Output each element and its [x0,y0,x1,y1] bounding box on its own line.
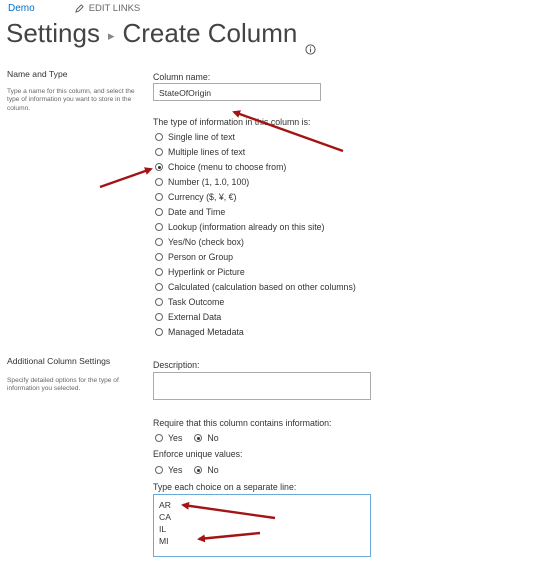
page-title: Settings ▸ Create Column [6,18,316,55]
info-icon[interactable] [305,31,316,55]
type-label: The type of information in this column i… [153,117,311,127]
unique-no-label: No [207,465,219,475]
column-type-label: Calculated (calculation based on other c… [168,282,356,292]
column-type-label: Multiple lines of text [168,147,246,157]
column-type-option[interactable]: External Data [155,312,221,322]
column-type-label: Lookup (information already on this site… [168,222,325,232]
column-type-label: Hyperlink or Picture [168,267,245,277]
title-settings-link[interactable]: Settings [6,18,100,49]
column-type-radio[interactable] [155,298,163,306]
column-type-option[interactable]: Calculated (calculation based on other c… [155,282,356,292]
name-type-description: Type a name for this column, and select … [7,88,135,112]
require-no-option[interactable]: No [194,433,219,443]
column-type-radio[interactable] [155,328,163,336]
column-type-label: Managed Metadata [168,327,244,337]
column-type-radio[interactable] [155,163,163,171]
require-label: Require that this column contains inform… [153,418,332,428]
arrow-to-choice-type [99,167,153,189]
column-type-label: Yes/No (check box) [168,237,244,247]
title-create-column: Create Column [122,18,298,48]
radio-require-yes[interactable] [155,434,163,442]
unique-radio-group: Yes No [155,465,231,475]
column-type-option[interactable]: Number (1, 1.0, 100) [155,177,249,187]
column-type-option[interactable]: Choice (menu to choose from) [155,162,286,172]
column-type-radio[interactable] [155,133,163,141]
column-type-option[interactable]: Lookup (information already on this site… [155,222,324,232]
column-type-option[interactable]: Person or Group [155,252,233,262]
column-type-radio[interactable] [155,223,163,231]
column-type-radio[interactable] [155,253,163,261]
column-type-label: Task Outcome [168,297,225,307]
choice-line: MI [159,536,169,546]
radio-require-no[interactable] [194,434,203,442]
additional-settings-description: Specify detailed options for the type of… [7,377,119,393]
column-type-option[interactable]: Multiple lines of text [155,147,245,157]
site-link-demo[interactable]: Demo [8,3,35,14]
require-radio-group: Yes No [155,433,231,443]
unique-yes-label: Yes [168,465,183,475]
unique-label: Enforce unique values: [153,449,243,459]
column-type-option[interactable]: Yes/No (check box) [155,237,244,247]
column-type-option[interactable]: Hyperlink or Picture [155,267,245,277]
top-bar: Demo EDIT LINKS [8,3,140,14]
column-type-label: Single line of text [168,132,235,142]
column-type-option[interactable]: Date and Time [155,207,225,217]
column-type-radio[interactable] [155,313,163,321]
column-type-radio[interactable] [155,238,163,246]
column-type-radio[interactable] [155,178,163,186]
edit-links-button[interactable]: EDIT LINKS [74,3,141,14]
column-type-label: External Data [168,312,222,322]
edit-links-label: EDIT LINKS [88,3,141,14]
description-input[interactable] [153,372,371,400]
unique-yes-option[interactable]: Yes [155,465,182,475]
choices-textarea[interactable]: AR CA IL MI [153,494,371,557]
choice-line: CA [159,512,171,522]
column-type-option[interactable]: Task Outcome [155,297,224,307]
name-type-heading: Name and Type [7,69,68,79]
column-type-label: Choice (menu to choose from) [168,162,287,172]
column-type-option[interactable]: Managed Metadata [155,327,244,337]
column-name-input[interactable]: StateOfOrigin [153,83,321,101]
chevron-right-icon: ▸ [107,27,115,43]
column-type-option[interactable]: Currency ($, ¥, €) [155,192,236,202]
column-type-label: Number (1, 1.0, 100) [168,177,250,187]
column-type-radio[interactable] [155,268,163,276]
choice-line: IL [159,524,167,534]
column-type-label: Date and Time [168,207,226,217]
require-yes-option[interactable]: Yes [155,433,182,443]
pencil-icon [74,4,84,13]
column-type-radio[interactable] [155,148,163,156]
additional-settings-heading: Additional Column Settings [7,356,111,366]
choice-line: AR [159,500,171,510]
column-type-radio[interactable] [155,208,163,216]
require-yes-label: Yes [168,433,183,443]
column-name-label: Column name: [153,72,211,82]
column-type-option[interactable]: Single line of text [155,132,235,142]
description-label: Description: [153,360,200,370]
column-type-label: Currency ($, ¥, €) [168,192,237,202]
column-type-label: Person or Group [168,252,234,262]
radio-unique-yes[interactable] [155,466,163,474]
description-value [154,373,370,377]
require-no-label: No [207,433,219,443]
column-type-radio[interactable] [155,193,163,201]
column-name-value: StateOfOrigin [159,88,212,98]
column-type-radio[interactable] [155,283,163,291]
radio-unique-no[interactable] [194,466,203,474]
unique-no-option[interactable]: No [194,465,219,475]
choices-label: Type each choice on a separate line: [153,482,297,492]
